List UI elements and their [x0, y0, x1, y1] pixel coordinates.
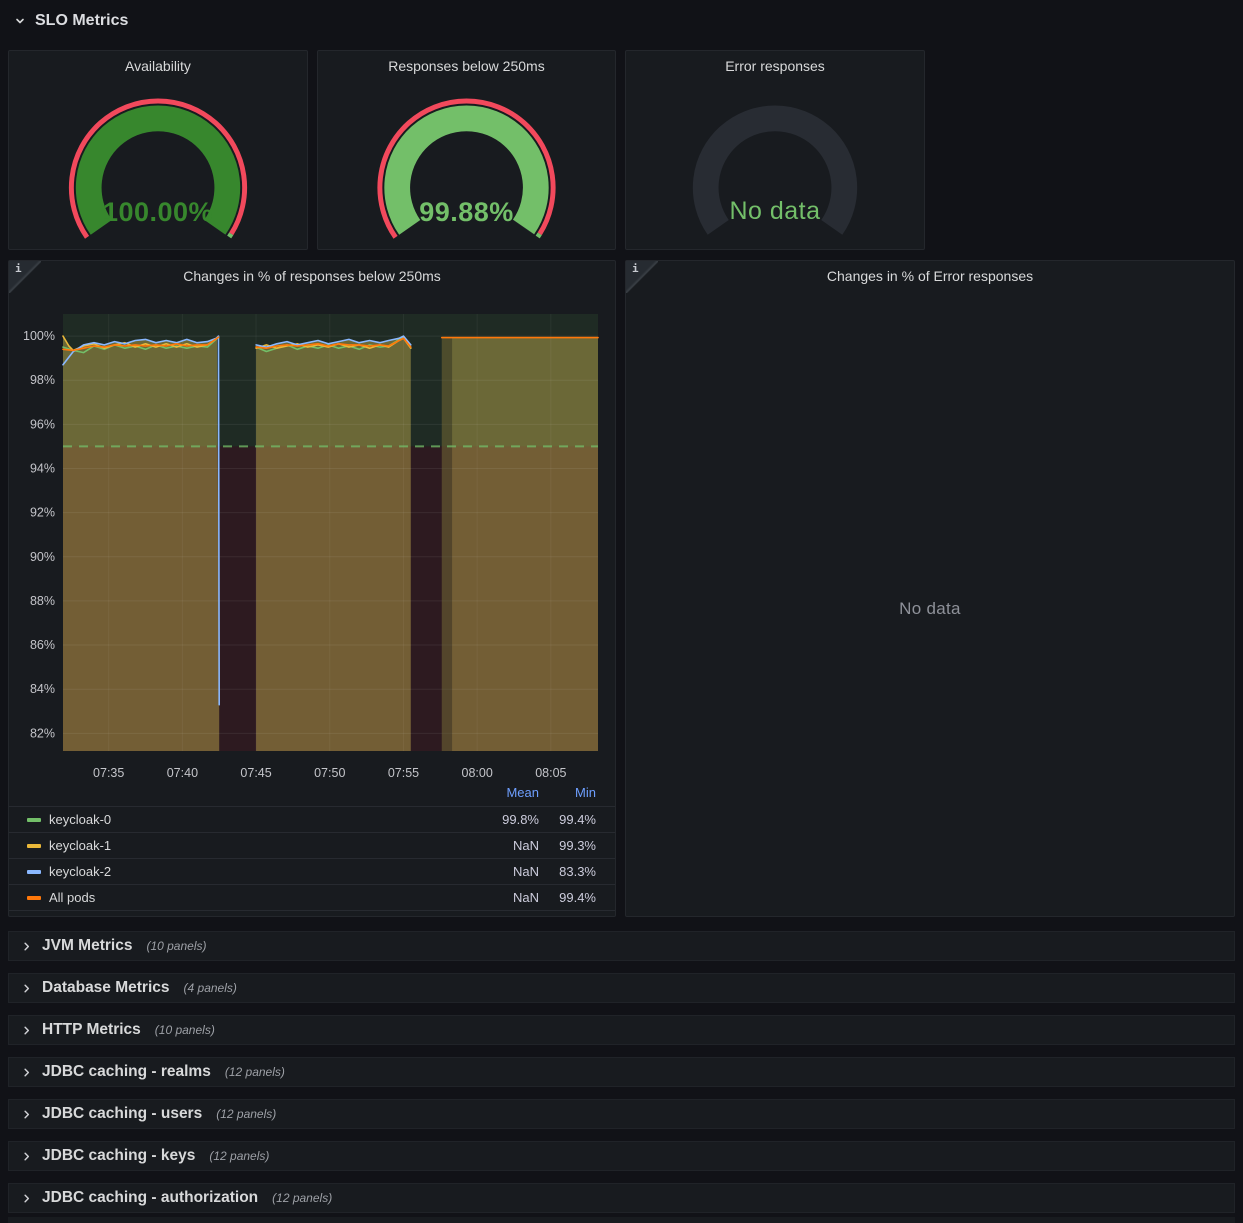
chevron-right-icon — [21, 983, 32, 994]
gauge-value: 100.00% — [9, 197, 307, 228]
series-min-value: 99.4% — [540, 807, 596, 833]
row-title: JDBC caching - authorization — [42, 1189, 258, 1207]
svg-text:98%: 98% — [30, 373, 55, 387]
legend-row-keycloak-1: keycloak-1 NaN 99.3% — [9, 832, 615, 858]
series-swatch — [27, 844, 41, 848]
row-title: JDBC caching - realms — [42, 1063, 211, 1081]
section-header-slo-metrics[interactable]: SLO Metrics — [14, 12, 128, 30]
svg-text:92%: 92% — [30, 506, 55, 520]
series-label[interactable]: keycloak-0 — [49, 807, 111, 833]
chevron-right-icon — [21, 1109, 32, 1120]
series-label[interactable]: keycloak-2 — [49, 859, 111, 885]
svg-text:90%: 90% — [30, 550, 55, 564]
chevron-right-icon — [21, 941, 32, 952]
legend-table: keycloak-0 99.8% 99.4% keycloak-1 NaN 99… — [9, 806, 615, 911]
svg-text:07:55: 07:55 — [388, 766, 419, 780]
row-panel-count: (10 panels) — [155, 1023, 215, 1037]
svg-text:08:00: 08:00 — [462, 766, 493, 780]
gauge-no-data-text: No data — [626, 197, 924, 226]
row-title: Database Metrics — [42, 979, 170, 997]
svg-text:82%: 82% — [30, 726, 55, 740]
panel-changes-errors: i Changes in % of Error responses No dat… — [625, 260, 1235, 917]
row-panel-count: (12 panels) — [272, 1191, 332, 1205]
svg-text:94%: 94% — [30, 461, 55, 475]
series-label[interactable]: keycloak-1 — [49, 833, 111, 859]
section-row-jvm-metrics[interactable]: JVM Metrics (10 panels) — [8, 931, 1235, 961]
row-panel-count: (12 panels) — [209, 1149, 269, 1163]
section-row-database-metrics[interactable]: Database Metrics (4 panels) — [8, 973, 1235, 1003]
series-swatch — [27, 870, 41, 874]
chevron-right-icon — [21, 1067, 32, 1078]
series-min-value: 83.3% — [540, 859, 596, 885]
row-title: HTTP Metrics — [42, 1021, 141, 1039]
svg-text:07:45: 07:45 — [240, 766, 271, 780]
series-min-value: 99.3% — [540, 833, 596, 859]
section-title: SLO Metrics — [35, 12, 128, 30]
row-panel-count: (12 panels) — [225, 1065, 285, 1079]
row-panel-count: (12 panels) — [216, 1107, 276, 1121]
series-min-value: 99.4% — [540, 885, 596, 911]
svg-text:100%: 100% — [23, 329, 55, 343]
legend-row-all-pods: All pods NaN 99.4% — [9, 884, 615, 910]
legend-headers: Mean Min — [9, 785, 615, 802]
svg-text:88%: 88% — [30, 594, 55, 608]
legend-sort-mean[interactable]: Mean — [469, 785, 539, 800]
row-title: JDBC caching - keys — [42, 1147, 195, 1165]
svg-text:07:50: 07:50 — [314, 766, 345, 780]
gauge-value: 99.88% — [318, 197, 615, 228]
row-title: JDBC caching - users — [42, 1105, 202, 1123]
chevron-right-icon — [21, 1151, 32, 1162]
panel-changes-responses: i Changes in % of responses below 250ms … — [8, 260, 616, 917]
series-mean-value: NaN — [469, 885, 539, 911]
series-mean-value: 99.8% — [469, 807, 539, 833]
panel-error-responses: Error responses No data — [625, 50, 925, 250]
series-mean-value: NaN — [469, 833, 539, 859]
chevron-down-icon — [14, 15, 26, 27]
svg-text:96%: 96% — [30, 417, 55, 431]
row-panel-count: (4 panels) — [184, 981, 237, 995]
legend-row-keycloak-0: keycloak-0 99.8% 99.4% — [9, 806, 615, 832]
svg-text:07:40: 07:40 — [167, 766, 198, 780]
legend-sort-min[interactable]: Min — [540, 785, 596, 800]
series-mean-value: NaN — [469, 859, 539, 885]
series-swatch — [27, 896, 41, 900]
section-row-http-metrics[interactable]: HTTP Metrics (10 panels) — [8, 1015, 1235, 1045]
section-row-jdbc-caching-keys[interactable]: JDBC caching - keys (12 panels) — [8, 1141, 1235, 1171]
svg-text:84%: 84% — [30, 682, 55, 696]
series-label[interactable]: All pods — [49, 885, 95, 911]
panel-availability: Availability 100.00% — [8, 50, 308, 250]
row-title: JVM Metrics — [42, 937, 132, 955]
svg-text:86%: 86% — [30, 638, 55, 652]
section-row-jdbc-caching-authorization[interactable]: JDBC caching - authorization (12 panels) — [8, 1183, 1235, 1213]
panel-title[interactable]: Changes in % of Error responses — [827, 268, 1033, 284]
panel-header: Changes in % of Error responses — [626, 261, 1234, 291]
svg-text:07:35: 07:35 — [93, 766, 124, 780]
panel-responses-below-250ms: Responses below 250ms 99.88% — [317, 50, 616, 250]
legend-row-keycloak-2: keycloak-2 NaN 83.3% — [9, 858, 615, 884]
section-row-jdbc-caching-users[interactable]: JDBC caching - users (12 panels) — [8, 1099, 1235, 1129]
no-data-text: No data — [626, 599, 1234, 619]
svg-text:08:05: 08:05 — [535, 766, 566, 780]
row-panel-count: (10 panels) — [146, 939, 206, 953]
next-section-row-partial[interactable] — [8, 1217, 1235, 1223]
section-row-jdbc-caching-realms[interactable]: JDBC caching - realms (12 panels) — [8, 1057, 1235, 1087]
series-swatch — [27, 818, 41, 822]
chevron-right-icon — [21, 1193, 32, 1204]
chevron-right-icon — [21, 1025, 32, 1036]
